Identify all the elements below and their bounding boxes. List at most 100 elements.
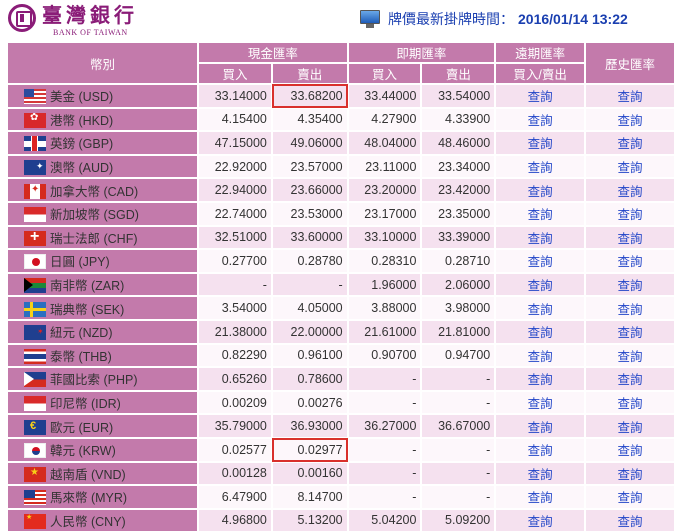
forward-query-link[interactable]: 查詢 <box>528 90 553 104</box>
forward-query-link[interactable]: 查詢 <box>528 303 553 317</box>
forward-query-link[interactable]: 查詢 <box>528 161 553 175</box>
history-query-link[interactable]: 查詢 <box>618 208 643 222</box>
currency-cell: 南非幣 (ZAR) <box>8 273 198 296</box>
forward-query-link[interactable]: 查詢 <box>528 114 553 128</box>
forward-query-link[interactable]: 查詢 <box>528 515 553 529</box>
flag-sek-icon <box>24 301 46 317</box>
rate-rows: 美金 (USD) 33.14000 33.68200 33.44000 33.54000… <box>8 84 674 531</box>
forward-query-link[interactable]: 查詢 <box>528 326 553 340</box>
bank-name-en: BANK OF TAIWAN <box>53 28 128 37</box>
spot-buy-cell: 33.44000 <box>348 85 421 107</box>
currency-name: 美金 (USD) <box>50 90 114 105</box>
cash-buy-cell: - <box>199 273 271 296</box>
currency-cell: 馬來幣 (MYR) <box>8 486 198 508</box>
forward-query-cell: 查詢 <box>496 202 585 225</box>
currency-cell: 港幣 (HKD) <box>8 108 198 131</box>
spot-buy-cell: 23.20000 <box>348 179 421 201</box>
cash-sell-cell: 0.02977 <box>271 437 348 462</box>
forward-query-link[interactable]: 查詢 <box>528 350 553 364</box>
bank-logo[interactable]: 臺灣銀行 BANK OF TAIWAN <box>8 4 134 38</box>
header-spot-buy: 買入 <box>348 64 421 83</box>
currency-name: 菲國比索 (PHP) <box>50 373 138 388</box>
forward-query-link[interactable]: 查詢 <box>528 232 553 246</box>
flag-myr-icon <box>24 490 46 506</box>
cash-sell-cell: 49.06000 <box>272 132 347 154</box>
cash-sell-cell: 5.13200 <box>272 509 347 531</box>
history-query-link[interactable]: 查詢 <box>618 468 643 482</box>
monitor-icon <box>360 10 380 28</box>
forward-query-link[interactable]: 查詢 <box>528 444 553 458</box>
header: 臺灣銀行 BANK OF TAIWAN 牌價最新掛牌時間： 2016/01/14… <box>0 0 680 40</box>
history-query-link[interactable]: 查詢 <box>618 515 643 529</box>
currency-cell: 歐元 (EUR) <box>8 415 198 437</box>
history-query-link[interactable]: 查詢 <box>618 185 643 199</box>
forward-query-link[interactable]: 查詢 <box>528 255 553 269</box>
rate-row-cny: 人民幣 (CNY) 4.968005.132005.042005.09200 查詢 查… <box>8 509 674 531</box>
history-query-link[interactable]: 查詢 <box>618 90 643 104</box>
forward-query-link[interactable]: 查詢 <box>528 279 553 293</box>
currency-cell: 泰幣 (THB) <box>8 344 198 367</box>
forward-query-link[interactable]: 查詢 <box>528 491 553 505</box>
spot-buy-cell: 23.11000 <box>348 155 421 178</box>
spot-sell-cell: 33.39000 <box>422 226 495 249</box>
flag-php-icon <box>24 372 46 388</box>
forward-query-link[interactable]: 查詢 <box>528 421 553 435</box>
bank-emblem-icon <box>8 4 36 32</box>
forward-query-cell: 查詢 <box>496 391 585 414</box>
history-query-cell: 查詢 <box>586 344 674 367</box>
currency-name: 瑞士法郎 (CHF) <box>50 231 138 246</box>
rate-row-myr: 馬來幣 (MYR) 6.47900 8.14700- - 查詢 查詢 <box>8 486 674 508</box>
spot-sell-cell: 23.42000 <box>422 179 495 201</box>
history-query-cell: 查詢 <box>586 250 674 272</box>
spot-buy-cell: - <box>348 462 421 485</box>
forward-query-link[interactable]: 查詢 <box>528 137 553 151</box>
history-query-link[interactable]: 查詢 <box>618 350 643 364</box>
currency-name: 瑞典幣 (SEK) <box>50 302 125 317</box>
forward-query-cell: 查詢 <box>496 368 585 390</box>
history-query-cell: 查詢 <box>586 462 674 485</box>
forward-query-link[interactable]: 查詢 <box>528 397 553 411</box>
spot-sell-cell: - <box>422 438 495 461</box>
forward-query-cell: 查詢 <box>496 250 585 272</box>
history-query-link[interactable]: 查詢 <box>618 255 643 269</box>
spot-sell-cell: - <box>422 462 495 485</box>
history-query-link[interactable]: 查詢 <box>618 114 643 128</box>
forward-query-cell: 查詢 <box>496 415 585 437</box>
history-query-link[interactable]: 查詢 <box>618 373 643 387</box>
cash-buy-cell: 3.54000 <box>199 297 271 319</box>
currency-cell: 美金 (USD) <box>8 85 198 107</box>
cash-buy-cell: 0.82290 <box>199 344 271 367</box>
cash-buy-cell: 35.79000 <box>199 415 271 437</box>
history-query-cell: 查詢 <box>586 85 674 107</box>
forward-query-link[interactable]: 查詢 <box>528 373 553 387</box>
forward-query-link[interactable]: 查詢 <box>528 468 553 482</box>
forward-query-link[interactable]: 查詢 <box>528 208 553 222</box>
spot-sell-cell: - <box>422 368 495 390</box>
history-query-link[interactable]: 查詢 <box>618 421 643 435</box>
history-query-link[interactable]: 查詢 <box>618 137 643 151</box>
forward-query-cell: 查詢 <box>496 509 585 531</box>
spot-sell-cell: 4.33900 <box>422 108 495 131</box>
header-spot-sell: 賣出 <box>422 64 495 83</box>
currency-cell: 英鎊 (GBP) <box>8 132 198 154</box>
forward-query-link[interactable]: 查詢 <box>528 185 553 199</box>
spot-sell-cell: 2.06000 <box>422 273 495 296</box>
history-query-link[interactable]: 查詢 <box>618 161 643 175</box>
header-forward-rate: 遠期匯率 <box>496 43 585 62</box>
history-query-link[interactable]: 查詢 <box>618 279 643 293</box>
forward-query-cell: 查詢 <box>496 108 585 131</box>
header-cash-rate: 現金匯率 <box>199 43 347 62</box>
currency-cell: 澳幣 (AUD) <box>8 155 198 178</box>
history-query-link[interactable]: 查詢 <box>618 491 643 505</box>
currency-name: 人民幣 (CNY) <box>50 514 126 529</box>
rate-row-usd: 美金 (USD) 33.14000 33.68200 33.44000 33.54000… <box>8 84 674 108</box>
history-query-link[interactable]: 查詢 <box>618 303 643 317</box>
history-query-cell: 查詢 <box>586 226 674 249</box>
history-query-link[interactable]: 查詢 <box>618 444 643 458</box>
history-query-link[interactable]: 查詢 <box>618 326 643 340</box>
cash-buy-cell: 0.00128 <box>199 462 271 485</box>
history-query-link[interactable]: 查詢 <box>618 232 643 246</box>
forward-query-cell: 查詢 <box>496 273 585 296</box>
currency-cell: 新加坡幣 (SGD) <box>8 202 198 225</box>
history-query-link[interactable]: 查詢 <box>618 397 643 411</box>
